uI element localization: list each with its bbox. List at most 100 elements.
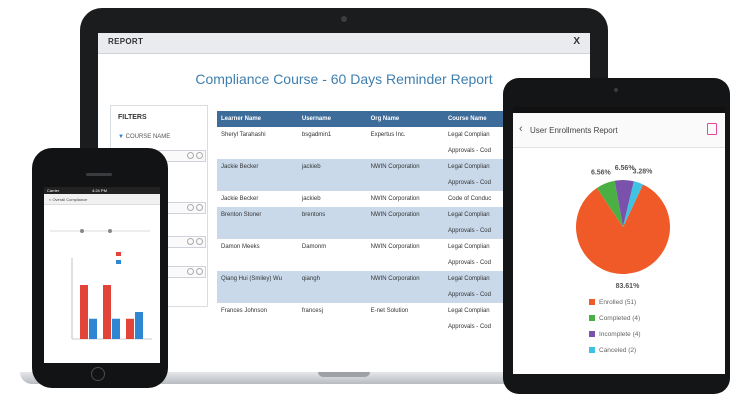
close-button[interactable]: X: [573, 36, 580, 47]
legend-item[interactable]: Incomplete (4): [589, 331, 641, 338]
cell-username: brentons: [297, 207, 367, 223]
cell-learner: Damon Meeks: [217, 239, 298, 255]
range-slider-handle[interactable]: [80, 229, 84, 233]
cell-learner: [217, 143, 298, 159]
cell-org: Expertus Inc.: [366, 127, 444, 143]
legend-label: Canceled (2): [599, 347, 637, 354]
cell-course: Approvals - Cod: [443, 319, 507, 335]
cell-org: NWIN Corporation: [366, 207, 444, 223]
cell-org: [366, 319, 444, 335]
table-row[interactable]: Damon Meeks Damonm NWIN Corporation Legal C…: [217, 239, 507, 255]
cell-course: Legal Complian: [443, 207, 507, 223]
phone-screen: Carrier 4:24 PM < Overall Compliance: [44, 187, 160, 363]
cell-username: jackieb: [297, 159, 367, 175]
cell-course: Legal Complian: [443, 303, 507, 319]
pie-chart: 83.61%6.56%6.56%3.28%: [576, 165, 670, 290]
table-row[interactable]: Jackie Becker jackieb NWIN Corporation Lega…: [217, 159, 507, 175]
cell-learner: Brenton Stoner: [217, 207, 298, 223]
table-row[interactable]: Qiang Hui (Smiley) Wu qiangh NWIN Corporat…: [217, 271, 507, 287]
cell-username: bsgadmin1: [297, 127, 367, 143]
back-button[interactable]: < Overall Compliance: [49, 197, 87, 202]
phone-home-button[interactable]: [91, 367, 105, 381]
search-icon[interactable]: [187, 152, 194, 159]
cell-username: francesj: [297, 303, 367, 319]
search-icon[interactable]: [187, 268, 194, 275]
export-icon[interactable]: [707, 123, 717, 135]
laptop-notch: [318, 372, 370, 377]
cell-course: Approvals - Cod: [443, 175, 507, 191]
table-row[interactable]: Frances Johnson francesj E-net Solution Leg…: [217, 303, 507, 319]
filters-title: FILTERS: [118, 114, 147, 121]
chevron-left-icon[interactable]: ‹: [519, 123, 523, 135]
filter-course-label: COURSE NAME: [125, 134, 171, 140]
cell-learner: Frances Johnson: [217, 303, 298, 319]
bar[interactable]: [89, 318, 97, 339]
column-header[interactable]: Org Name: [366, 111, 444, 127]
legend-label: Enrolled (51): [599, 299, 637, 306]
cell-org: [366, 287, 444, 303]
table-row[interactable]: Sheryl Tarahashi bsgadmin1 Expertus Inc. Le…: [217, 127, 507, 143]
cell-course: Approvals - Cod: [443, 287, 507, 303]
search-icon[interactable]: [187, 204, 194, 211]
pie-slice-label: 3.28%: [633, 168, 654, 175]
table-row[interactable]: Approvals - Cod: [217, 287, 507, 303]
cell-org: NWIN Corporation: [366, 271, 444, 287]
column-header[interactable]: Username: [297, 111, 367, 127]
legend-swatch: [116, 252, 121, 256]
range-slider-handle[interactable]: [108, 229, 112, 233]
column-header[interactable]: Course Name: [443, 111, 507, 127]
phone-status-bar: Carrier 4:24 PM: [44, 187, 160, 194]
table-row[interactable]: Approvals - Cod: [217, 319, 507, 335]
search-icon[interactable]: [196, 152, 203, 159]
cell-org: E-net Solution: [366, 303, 444, 319]
bar[interactable]: [80, 285, 88, 339]
tablet-camera: [614, 88, 618, 92]
table-row[interactable]: Brenton Stoner brentons NWIN Corporation Le…: [217, 207, 507, 223]
table-row[interactable]: Approvals - Cod: [217, 223, 507, 239]
cell-learner: Jackie Becker: [217, 159, 298, 175]
table-row[interactable]: Approvals - Cod: [217, 143, 507, 159]
legend-swatch: [589, 299, 595, 305]
cell-learner: [217, 255, 298, 271]
search-icon[interactable]: [196, 268, 203, 275]
tablet-screen: ‹ User Enrollments Report 83.61% 6.56% 6.5…: [513, 107, 725, 374]
filter-course-name[interactable]: ▼ COURSE NAME: [118, 134, 170, 140]
report-table: Learner Name Username Org Name Course Na…: [217, 111, 507, 335]
bar[interactable]: [103, 285, 111, 339]
table-row[interactable]: Jackie Becker jackieb NWIN Corporation Code…: [217, 191, 507, 207]
legend-item[interactable]: Enrolled (51): [589, 299, 636, 306]
cell-learner: Sheryl Tarahashi: [217, 127, 298, 143]
cell-course: Approvals - Cod: [443, 143, 507, 159]
search-icon[interactable]: [196, 238, 203, 245]
cell-username: [297, 175, 367, 191]
bar[interactable]: [126, 318, 134, 339]
cell-org: NWIN Corporation: [366, 159, 444, 175]
cell-course: Approvals - Cod: [443, 255, 507, 271]
legend-swatch: [589, 331, 595, 337]
bar[interactable]: [135, 312, 143, 339]
legend-swatch: [116, 260, 121, 264]
status-time: 4:24 PM: [92, 188, 107, 193]
cell-learner: [217, 223, 298, 239]
search-icon[interactable]: [187, 238, 194, 245]
legend-item[interactable]: Canceled (2): [589, 347, 636, 354]
phone-bar-chart: [50, 229, 152, 340]
search-icon[interactable]: [196, 204, 203, 211]
cell-course: Code of Conduc: [443, 191, 507, 207]
legend-swatch: [589, 347, 595, 353]
cell-org: NWIN Corporation: [366, 239, 444, 255]
cell-learner: [217, 319, 298, 335]
cell-username: jackieb: [297, 191, 367, 207]
bar[interactable]: [112, 318, 120, 339]
legend-item[interactable]: Completed (4): [589, 315, 640, 322]
cell-learner: Jackie Becker: [217, 191, 298, 207]
cell-course: Approvals - Cod: [443, 223, 507, 239]
cell-learner: [217, 287, 298, 303]
cell-username: Damonm: [297, 239, 367, 255]
cell-course: Legal Complian: [443, 159, 507, 175]
status-carrier: Carrier: [47, 188, 60, 193]
column-header[interactable]: Learner Name: [217, 111, 298, 127]
table-row[interactable]: Approvals - Cod: [217, 255, 507, 271]
table-row[interactable]: Approvals - Cod: [217, 175, 507, 191]
cell-username: [297, 319, 367, 335]
